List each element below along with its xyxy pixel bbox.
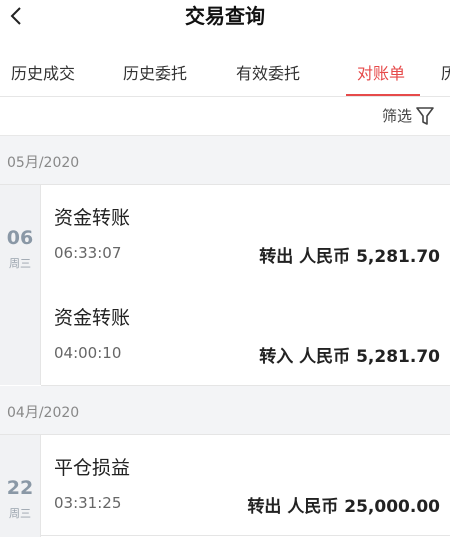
record-amount: 转出 人民币 25,000.00 (247, 497, 440, 517)
filter-funnel-icon (416, 106, 434, 125)
record-amount: 转出 人民币 5,281.70 (259, 247, 440, 267)
list-item[interactable]: 平仓损益 03:31:25 转出 人民币 25,000.00 (41, 435, 450, 536)
record-name: 平仓损益 (54, 457, 131, 479)
filter-bar: 筛选 (0, 97, 450, 136)
record-time: 03:31:25 (54, 494, 122, 512)
tab-order-history[interactable]: 历史委托 (123, 60, 187, 84)
weekday-label: 周三 (9, 507, 31, 520)
day-number: 22 (6, 477, 34, 499)
month-header: 05月/2020 (0, 136, 450, 185)
tab-active-orders[interactable]: 有效委托 (236, 60, 300, 84)
active-tab-indicator (346, 94, 420, 96)
tab-trade-history[interactable]: 历史成交 (11, 60, 75, 84)
record-amount: 转入 人民币 5,281.70 (259, 347, 440, 367)
record-name: 资金转账 (54, 207, 131, 229)
tab-overflow[interactable]: 历 (441, 60, 450, 84)
record-time: 04:00:10 (54, 344, 122, 362)
list-item[interactable]: 资金转账 06:33:07 转出 人民币 5,281.70 (41, 185, 450, 286)
day-column: 22 周三 (0, 435, 41, 537)
month-label: 05月/2020 (7, 155, 80, 171)
filter-button[interactable]: 筛选 (382, 105, 434, 126)
nav-header: 交易查询 (0, 0, 450, 38)
day-number: 06 (6, 227, 34, 249)
filter-label: 筛选 (381, 107, 412, 125)
record-name: 资金转账 (54, 307, 131, 329)
tab-bar: 历史成交 历史委托 有效委托 对账单 历 (0, 38, 450, 97)
month-label: 04月/2020 (7, 405, 80, 421)
month-header: 04月/2020 (0, 386, 450, 435)
record-time: 06:33:07 (54, 244, 122, 262)
list-item[interactable]: 资金转账 04:00:10 转入 人民币 5,281.70 (41, 285, 450, 386)
weekday-label: 周三 (9, 257, 31, 270)
page-title: 交易查询 (185, 4, 265, 28)
day-column: 06 周三 (0, 185, 41, 385)
tab-statement[interactable]: 对账单 (357, 60, 405, 84)
